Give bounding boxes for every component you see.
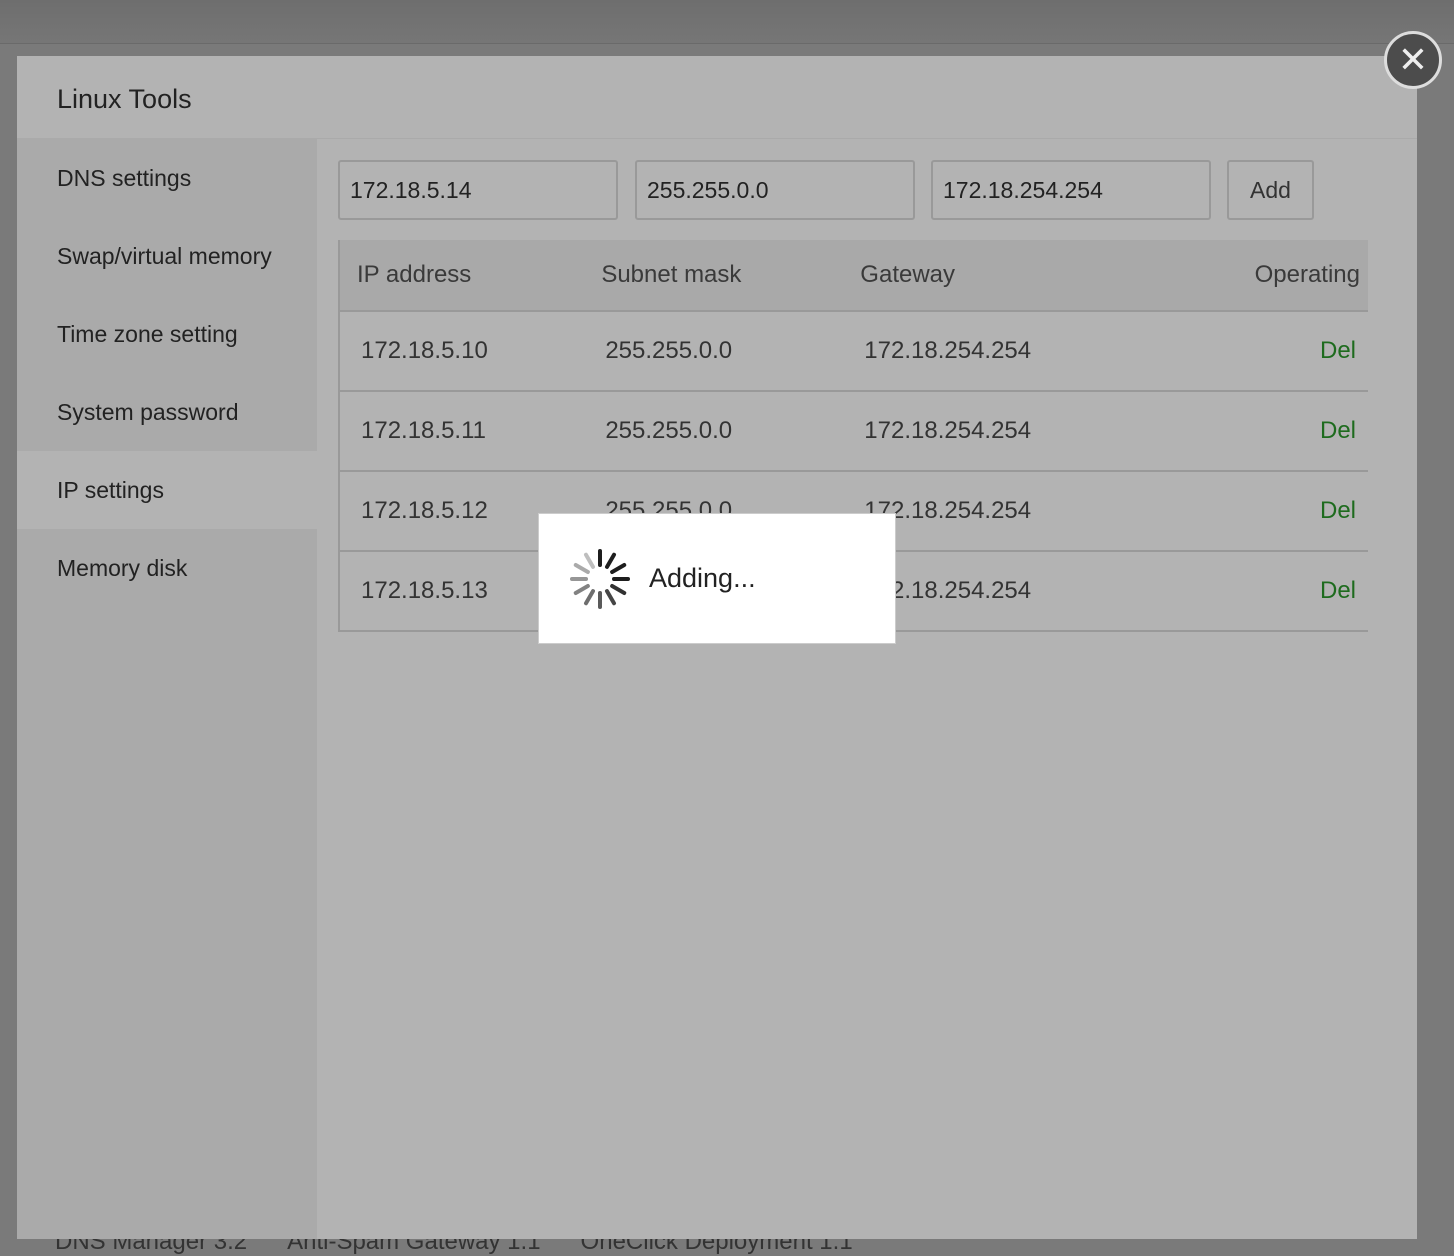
spinner-segment bbox=[584, 552, 595, 569]
col-gateway: Gateway bbox=[843, 240, 1153, 311]
sidebar-item-memory-disk[interactable]: Memory disk bbox=[17, 529, 317, 607]
background-header bbox=[0, 0, 1454, 44]
spinner-segment bbox=[573, 562, 590, 574]
cell-gateway: 172.18.254.254 bbox=[843, 310, 1153, 391]
sidebar-item-dns[interactable]: DNS settings bbox=[17, 139, 317, 217]
spinner-segment bbox=[573, 583, 590, 595]
add-button[interactable]: Add bbox=[1227, 160, 1314, 220]
spinner-segment bbox=[584, 588, 595, 605]
cell-gateway: 172.18.254.254 bbox=[843, 390, 1153, 471]
loading-dialog: Adding... bbox=[538, 513, 896, 644]
sidebar-item-ip-settings[interactable]: IP settings bbox=[17, 451, 317, 529]
col-ip: IP address bbox=[337, 240, 585, 311]
cell-mask: 255.255.0.0 bbox=[584, 390, 844, 471]
spinner-segment bbox=[605, 552, 616, 569]
col-operating: Operating bbox=[1152, 240, 1368, 311]
linux-tools-modal: Linux Tools DNS settings Swap/virtual me… bbox=[17, 56, 1417, 1239]
delete-link[interactable]: Del bbox=[1152, 470, 1368, 551]
col-mask: Subnet mask bbox=[584, 240, 844, 311]
sidebar: DNS settings Swap/virtual memory Time zo… bbox=[17, 139, 317, 1239]
cell-ip: 172.18.5.10 bbox=[337, 310, 585, 391]
spinner-segment bbox=[610, 583, 627, 595]
table-row: 172.18.5.11 255.255.0.0 172.18.254.254 Del bbox=[337, 390, 1368, 471]
cell-mask: 255.255.0.0 bbox=[584, 310, 844, 391]
delete-link[interactable]: Del bbox=[1152, 310, 1368, 391]
loading-text: Adding... bbox=[649, 563, 756, 593]
subnet-mask-input[interactable] bbox=[635, 160, 915, 220]
spinner-segment bbox=[610, 562, 627, 574]
sidebar-item-password[interactable]: System password bbox=[17, 373, 317, 451]
spinner-segment bbox=[605, 588, 616, 605]
close-icon[interactable]: ✕ bbox=[1384, 31, 1442, 89]
delete-link[interactable]: Del bbox=[1152, 390, 1368, 471]
modal-title: Linux Tools bbox=[17, 56, 1417, 139]
ip-input[interactable] bbox=[338, 160, 618, 220]
gateway-input[interactable] bbox=[931, 160, 1211, 220]
sidebar-item-timezone[interactable]: Time zone setting bbox=[17, 295, 317, 373]
sidebar-item-swap[interactable]: Swap/virtual memory bbox=[17, 217, 317, 295]
table-row: 172.18.5.10 255.255.0.0 172.18.254.254 Del bbox=[337, 310, 1368, 391]
delete-link[interactable]: Del bbox=[1152, 550, 1368, 632]
spinner-icon bbox=[570, 548, 630, 609]
cell-ip: 172.18.5.11 bbox=[337, 390, 585, 471]
